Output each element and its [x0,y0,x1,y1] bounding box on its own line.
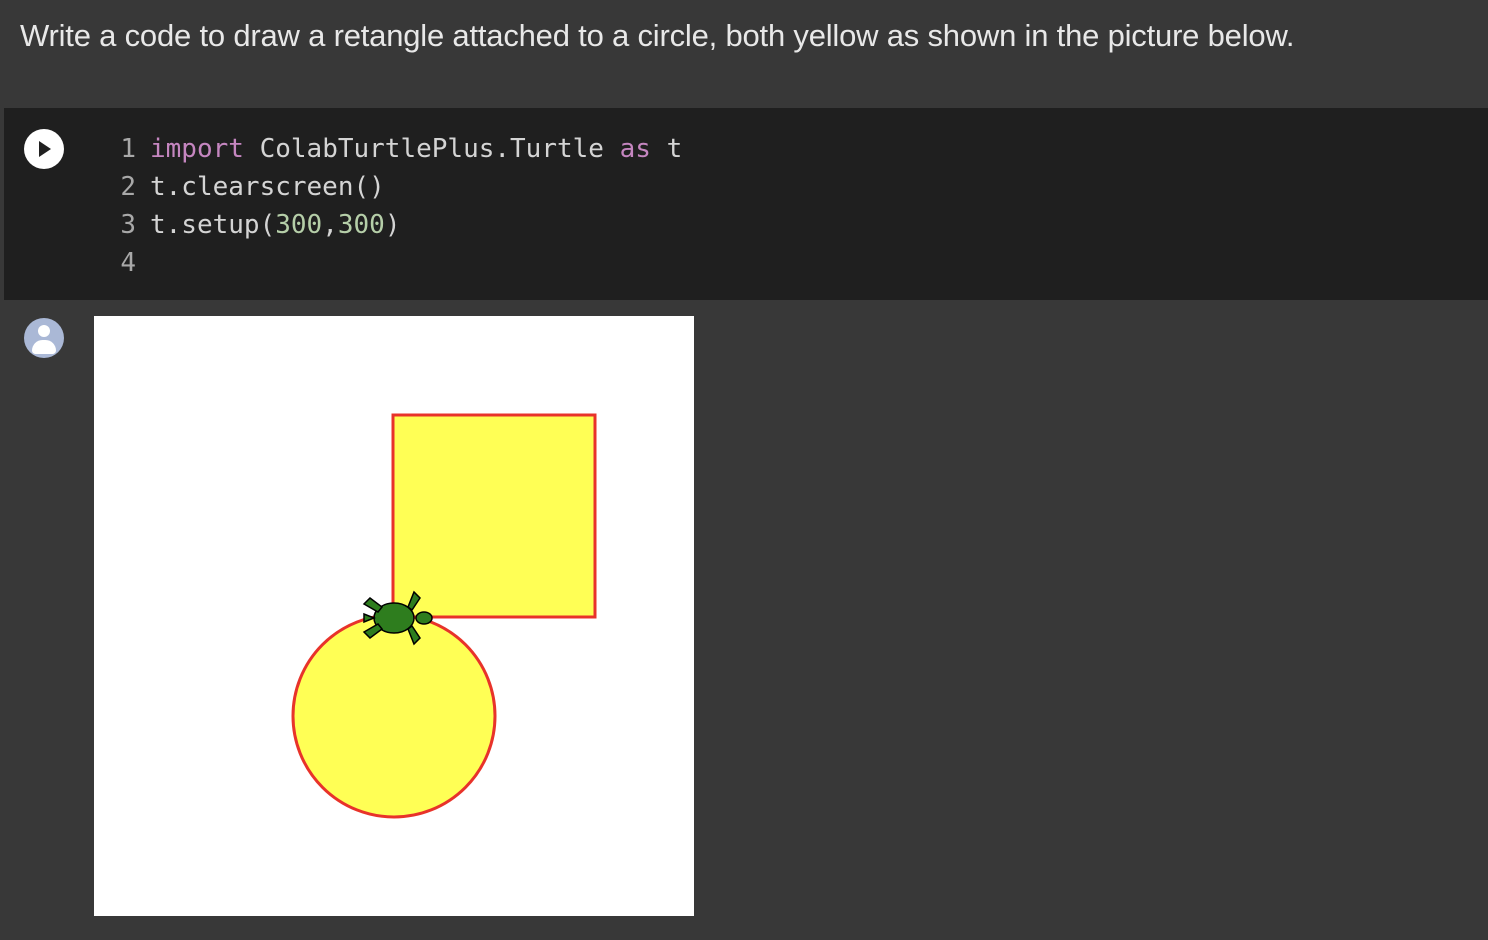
code-line[interactable]: 4 [114,244,682,282]
code-token: import [150,134,244,164]
code-editor[interactable]: 1 import ColabTurtlePlus.Turtle as t 2 t.cl… [114,130,682,282]
code-line[interactable]: 2 t.clearscreen() [114,168,682,206]
yellow-rectangle [391,413,597,619]
turtle-output-canvas [94,316,694,916]
prompt-text: Write a code to draw a retangle attached… [20,18,1295,53]
line-number: 3 [120,210,136,240]
yellow-circle [291,613,497,819]
play-icon [39,141,51,157]
code-token: as [619,134,651,164]
code-token: t.setup( [150,210,276,240]
code-token: t.clearscreen() [150,172,385,202]
code-token: 300 [275,210,323,240]
code-token: ColabTurtlePlus.Turtle [243,134,620,164]
line-number: 2 [120,172,136,202]
code-token: t [650,134,683,164]
code-token: , [322,210,338,240]
code-cell[interactable]: 1 import ColabTurtlePlus.Turtle as t 2 t.cl… [4,108,1488,300]
line-number: 1 [120,134,136,164]
line-number: 4 [120,248,136,278]
code-line[interactable]: 3 t.setup(300,300) [114,206,682,244]
code-token: ) [384,210,401,240]
code-line[interactable]: 1 import ColabTurtlePlus.Turtle as t [114,130,682,168]
run-cell-button[interactable] [24,129,64,169]
user-avatar-icon [24,318,64,358]
turtle-drawing [291,413,597,819]
code-token: 300 [337,210,385,240]
